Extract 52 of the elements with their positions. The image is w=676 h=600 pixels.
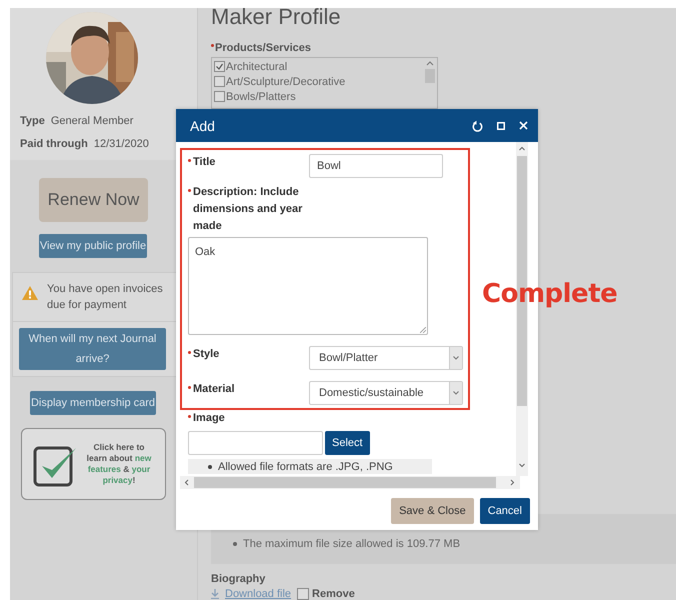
field-label: Paid through <box>20 138 88 150</box>
file-field[interactable] <box>188 431 323 455</box>
renew-button[interactable]: Renew Now <box>39 178 148 222</box>
bullet <box>208 465 212 469</box>
field-label: Image <box>193 411 225 426</box>
option-label: Bowls/Platters <box>226 90 296 102</box>
remove-checkbox[interactable]: Remove <box>297 588 355 600</box>
field-label: Title <box>193 155 216 170</box>
maximize-icon[interactable] <box>497 122 505 130</box>
option-label: Architectural <box>226 60 288 72</box>
field-label: Type <box>20 115 45 127</box>
save-button[interactable]: Save & Close <box>391 498 474 524</box>
annotation-text: Complete <box>482 279 618 309</box>
membership-card-button[interactable]: Display membership card <box>30 391 156 415</box>
download-icon <box>211 589 219 599</box>
horizontal-scrollbar[interactable] <box>180 476 520 489</box>
close-icon[interactable] <box>519 121 528 130</box>
check-icon <box>216 63 223 70</box>
select-field[interactable]: Bowl/Platter <box>309 346 463 370</box>
profile-button[interactable]: View my public profile <box>39 234 147 258</box>
warning-icon <box>21 285 39 301</box>
bullet <box>233 542 237 546</box>
alert-text: You have open invoices due for payment <box>47 282 164 313</box>
field-value: General Member <box>50 115 134 127</box>
dialog-title: Add <box>190 118 216 134</box>
title-field[interactable]: Bowl <box>309 154 443 178</box>
checkbox-list[interactable]: Architectural Art/Sculpture/Decorative Bowls/Platters <box>211 57 438 109</box>
page-heading: Maker Profile <box>211 4 342 30</box>
promo-text: Click here to learn about new features & your privacy! <box>86 442 152 486</box>
journal-button[interactable]: When will my next Journal arrive? <box>19 328 166 370</box>
refresh-icon[interactable] <box>472 120 483 132</box>
option-label: Art/Sculpture/Decorative <box>226 76 346 88</box>
field-label: Material <box>193 382 235 397</box>
checkbox[interactable] <box>297 588 310 600</box>
section-label: Biography <box>211 573 266 586</box>
resize-grip-icon <box>420 327 426 333</box>
promo-banner[interactable]: Click here to learn about new features & your privacy! <box>21 428 166 500</box>
note-text: The maximum file size allowed is 109.77 MB <box>243 538 460 550</box>
chevron-down-icon <box>449 382 462 404</box>
field-label: Description: Include dimensions and year made <box>193 185 304 234</box>
cancel-button[interactable]: Cancel <box>480 498 530 524</box>
field-value: 12/31/2020 <box>94 138 149 150</box>
chevron-down-icon <box>449 347 462 369</box>
note-text: Allowed file formats are .JPG, .PNG <box>218 461 393 473</box>
checkbox[interactable] <box>214 76 225 87</box>
checkbox[interactable] <box>214 61 225 72</box>
select-button[interactable]: Select <box>325 431 370 455</box>
description-field[interactable]: Oak <box>188 237 428 335</box>
select-field[interactable]: Domestic/sustainable <box>309 381 463 405</box>
checkbox[interactable] <box>214 91 225 102</box>
field-label: Products/Services <box>215 42 311 54</box>
field-label: Style <box>193 347 220 362</box>
